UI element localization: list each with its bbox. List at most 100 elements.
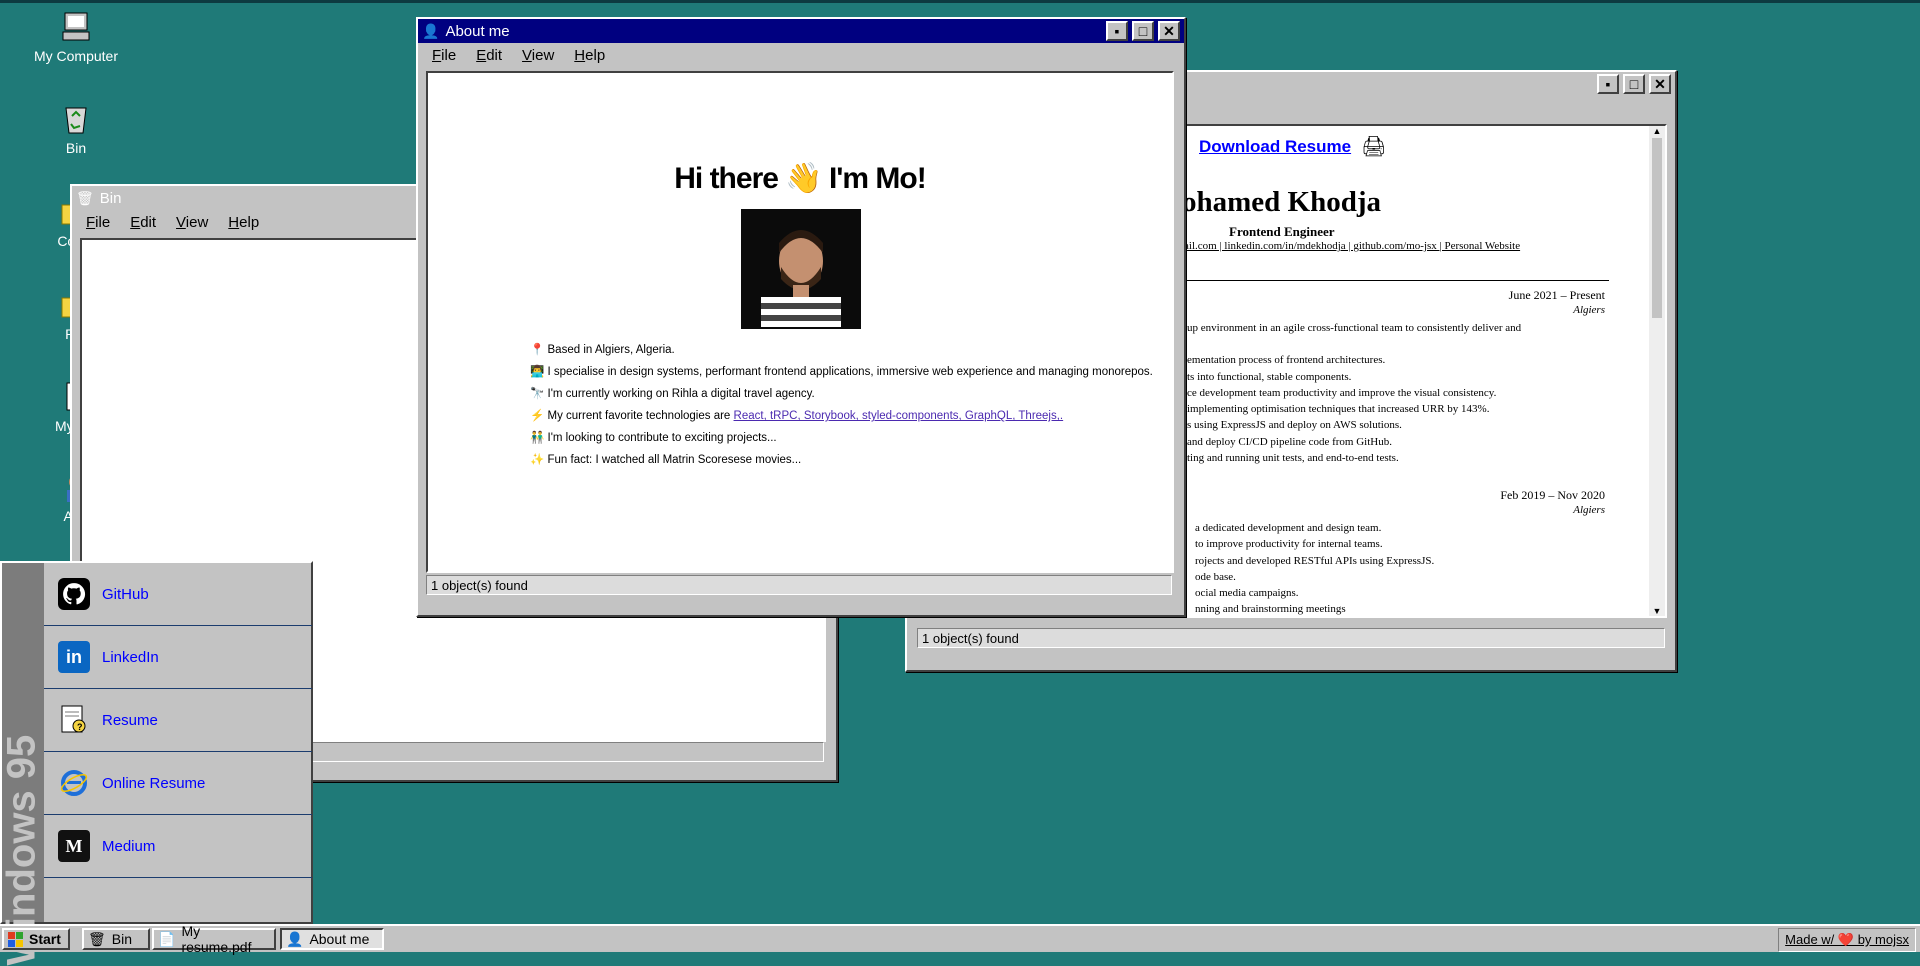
technologies-link[interactable]: React, tRPC, Storybook, styled-component… [734, 410, 1064, 422]
document-icon: 📄 [158, 930, 176, 947]
resume-status-bar: 1 object(s) found [917, 628, 1665, 648]
profile-photo [741, 209, 861, 329]
menu-bar: File Edit View Help [418, 43, 1184, 67]
resume-links: ail.com | linkedin.com/in/mdekhodja | gi… [1184, 240, 1521, 252]
resume-icon: ? [58, 704, 90, 736]
bullet-line: ce development team productivity and imp… [1187, 386, 1497, 399]
about-status-bar: 1 object(s) found [426, 575, 1172, 595]
scroll-thumb[interactable] [1652, 138, 1662, 318]
start-menu-item-label: Resume [102, 711, 158, 729]
about-window: 👤 About me ▪ □ ✕ File Edit View Help Hi … [416, 17, 1186, 617]
bullet-line: ode base. [1195, 570, 1236, 583]
section-rule [1179, 280, 1609, 281]
start-button[interactable]: Start [2, 928, 70, 950]
job1-location: Algiers [1573, 304, 1605, 316]
maximize-icon: □ [1629, 76, 1639, 92]
start-menu-item-label: Online Resume [102, 774, 206, 792]
minimize-icon: ▪ [1114, 23, 1120, 39]
job2-location: Algiers [1573, 504, 1605, 516]
fact-technologies-text: ⚡ My current favorite technologies are [530, 410, 734, 422]
scroll-up-arrow-icon[interactable]: ▲ [1649, 126, 1665, 136]
bullet-line: and deploy CI/CD pipeline code from GitH… [1187, 435, 1392, 448]
minimize-button[interactable]: ▪ [1106, 21, 1128, 41]
bullet-line: ts into functional, stable components. [1187, 370, 1352, 383]
bullet-line: s using ExpressJS and deploy on AWS solu… [1187, 419, 1402, 432]
job1-date: June 2021 – Present [1508, 288, 1605, 302]
github-icon [58, 578, 90, 610]
close-icon: ✕ [1654, 75, 1666, 92]
taskbar-item-label: About me [309, 931, 370, 947]
job1-bullets: up environment in an agile cross-functio… [1187, 320, 1521, 466]
start-menu: Windows 95 GitHub in LinkedIn ? Resume O… [0, 561, 313, 966]
medium-icon: M [58, 830, 90, 862]
about-facts-list: 📍 Based in Algiers, Algeria. 👨‍💻 I speci… [530, 339, 1153, 471]
bullet-line: nning and brainstorming meetings [1195, 603, 1346, 616]
start-menu-item-online-resume[interactable]: Online Resume [44, 752, 312, 815]
windows-logo-icon [8, 931, 23, 947]
windows95-brand: Windows 95 [0, 734, 44, 966]
system-tray[interactable]: Made w/ ❤️ by mojsx [1778, 928, 1916, 952]
linkedin-icon: in [58, 641, 90, 673]
taskbar-item-about-me[interactable]: 👤 About me [280, 928, 384, 950]
resume-name: ohamed Khodja [1182, 186, 1382, 218]
about-content: Hi there 👋 I'm Mo! 📍 Based in Algiers, A… [426, 71, 1174, 573]
menu-file[interactable]: File [432, 47, 456, 64]
start-menu-item-github[interactable]: GitHub [44, 563, 312, 626]
resume-role: Frontend Engineer [1229, 224, 1335, 239]
taskbar-item-label: My resume.pdf [181, 923, 252, 955]
menu-help[interactable]: Help [574, 47, 605, 64]
taskbar-item-bin[interactable]: 🗑 Bin [82, 928, 150, 950]
fact-location: 📍 Based in Algiers, Algeria. [530, 344, 675, 356]
made-by-link[interactable]: Made w/ ❤️ by mojsx [1785, 932, 1909, 947]
menu-edit[interactable]: Edit [476, 47, 502, 64]
job2-bullets: a dedicated development and design team.… [1195, 520, 1435, 616]
start-label: Start [29, 931, 61, 947]
close-button[interactable]: ✕ [1649, 74, 1671, 94]
start-menu-item-medium[interactable]: M Medium [44, 815, 312, 878]
taskbar-item-my-resume[interactable]: 📄 My resume.pdf [152, 923, 276, 955]
fact-technologies: ⚡ My current favorite technologies are R… [530, 405, 1153, 427]
start-menu-item-label: LinkedIn [102, 648, 159, 666]
bullet-line: ementation process of frontend architect… [1187, 354, 1386, 367]
menu-view[interactable]: View [522, 47, 554, 64]
window-title: About me [445, 22, 510, 40]
close-icon: ✕ [1163, 22, 1175, 39]
bullet-line: rojects and developed RESTful APIs using… [1195, 554, 1435, 567]
close-button[interactable]: ✕ [1158, 21, 1180, 41]
taskbar: Start 🗑 Bin 📄 My resume.pdf 👤 About me M… [0, 923, 1920, 955]
maximize-icon: □ [1138, 23, 1148, 39]
scroll-down-arrow-icon[interactable]: ▼ [1649, 606, 1665, 616]
start-menu-item-resume[interactable]: ? Resume [44, 689, 312, 752]
menu-file[interactable]: File [86, 214, 110, 231]
scrollbar[interactable]: ▲ ▼ [1649, 126, 1665, 616]
desktop-icon-bin[interactable]: Bin [16, 102, 136, 156]
download-resume-link[interactable]: Download Resume [1199, 137, 1351, 157]
desktop-top-edge [0, 0, 1920, 3]
maximize-button[interactable]: □ [1623, 74, 1645, 94]
menu-view[interactable]: View [176, 214, 208, 231]
menu-help[interactable]: Help [228, 214, 259, 231]
minimize-icon: ▪ [1605, 76, 1611, 92]
maximize-button[interactable]: □ [1132, 21, 1154, 41]
bullet-line: ting and running unit tests, and end-to-… [1187, 452, 1399, 465]
user-icon: 👤 [286, 930, 304, 947]
desktop-icon-label: My Computer [33, 48, 119, 64]
about-titlebar[interactable]: 👤 About me ▪ □ ✕ [418, 19, 1184, 43]
bullet-line: implementing optimisation techniques tha… [1187, 403, 1490, 416]
start-menu-item-label: Medium [102, 837, 156, 855]
bullet-line [1187, 336, 1521, 352]
recycle-bin-icon: 🗑 [88, 930, 106, 947]
desktop-icon-label: Bin [65, 140, 87, 156]
bullet-line: ocial media campaigns. [1195, 587, 1299, 600]
recycle-bin-icon [59, 102, 93, 136]
menu-edit[interactable]: Edit [130, 214, 156, 231]
start-menu-item-label: GitHub [102, 585, 149, 603]
computer-icon [59, 10, 93, 44]
taskbar-item-label: Bin [111, 931, 133, 947]
bullet-line: a dedicated development and design team. [1195, 522, 1382, 534]
fact-current-work: 🔭 I'm currently working on Rihla a digit… [530, 388, 815, 400]
minimize-button[interactable]: ▪ [1597, 74, 1619, 94]
start-menu-item-linkedin[interactable]: in LinkedIn [44, 626, 312, 689]
desktop-icon-my-computer[interactable]: My Computer [16, 10, 136, 64]
printer-icon[interactable]: 🖨 [1361, 134, 1386, 159]
